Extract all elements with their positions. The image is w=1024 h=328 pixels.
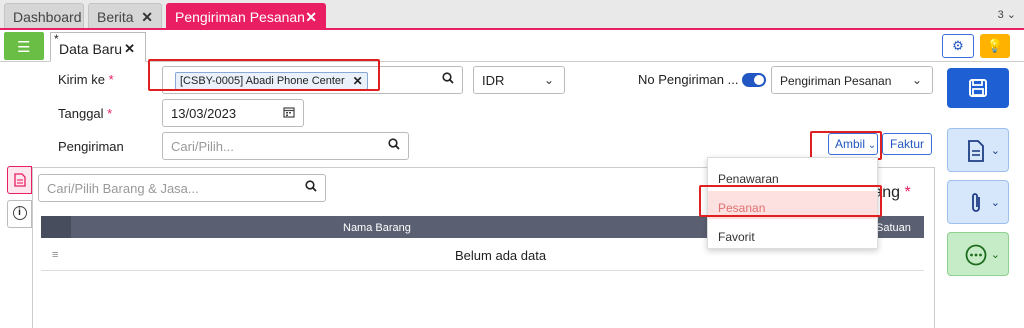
tanggal-label-text: Tanggal bbox=[58, 106, 104, 121]
tab-dashboard[interactable]: Dashboard bbox=[4, 3, 84, 28]
menu-item-favorit[interactable]: Favorit bbox=[708, 220, 877, 248]
tab-count: 3 bbox=[997, 9, 1004, 21]
tanggal-value: 13/03/2023 bbox=[171, 106, 237, 121]
highlight-box bbox=[699, 185, 882, 217]
close-icon[interactable]: ✕ bbox=[141, 9, 153, 26]
settings-button[interactable]: ⚙ bbox=[942, 34, 974, 58]
kirim-ke-label-text: Kirim ke bbox=[58, 72, 105, 87]
currency-value: IDR bbox=[482, 73, 505, 88]
required-mark: * bbox=[107, 106, 113, 121]
tab-pengiriman-pesanan-label: Pengiriman Pesanan bbox=[175, 9, 305, 25]
document-actions-button[interactable]: ⌄ bbox=[947, 128, 1009, 172]
attachment-button[interactable]: ⌄ bbox=[947, 180, 1009, 224]
empty-table-message: Belum ada data bbox=[455, 248, 547, 263]
item-search-placeholder: Cari/Pilih Barang & Jasa... bbox=[47, 181, 199, 196]
lightbulb-icon: 💡 bbox=[986, 38, 1004, 53]
chevron-down-icon: ⌄ bbox=[990, 145, 1000, 157]
gear-icon: ⚙ bbox=[952, 38, 964, 53]
required-mark: * bbox=[108, 72, 114, 87]
tab-data-baru[interactable]: * Data Baru ✕ bbox=[50, 32, 146, 62]
tips-button[interactable]: 💡 bbox=[980, 34, 1010, 58]
paperclip-icon bbox=[972, 193, 980, 212]
close-icon[interactable]: ✕ bbox=[305, 9, 317, 26]
tab-data-baru-label: Data Baru bbox=[59, 41, 123, 57]
item-search-field[interactable]: Cari/Pilih Barang & Jasa... bbox=[38, 174, 326, 202]
close-icon[interactable]: ✕ bbox=[124, 41, 135, 57]
tab-berita[interactable]: Berita ✕ bbox=[88, 3, 162, 28]
pengiriman-type-value: Pengiriman Pesanan bbox=[780, 74, 892, 88]
drag-handle-icon[interactable]: ≡ bbox=[52, 249, 58, 261]
highlight-box bbox=[148, 59, 380, 91]
tab-overflow-menu[interactable]: 3 ⌄ bbox=[998, 8, 1016, 21]
tab-item-details[interactable] bbox=[7, 166, 32, 194]
pengiriman-type-select[interactable]: Pengiriman Pesanan ⌄ bbox=[771, 66, 933, 94]
tanggal-field[interactable]: 13/03/2023 bbox=[162, 99, 304, 127]
search-icon[interactable] bbox=[305, 180, 317, 195]
tab-berita-label: Berita bbox=[97, 9, 134, 25]
pengiriman-label: Pengiriman bbox=[58, 139, 124, 154]
info-icon: i bbox=[12, 206, 27, 220]
kirim-ke-label: Kirim ke * bbox=[58, 72, 114, 87]
chevron-down-icon: ⌄ bbox=[543, 73, 554, 87]
pengiriman-placeholder: Cari/Pilih... bbox=[171, 139, 234, 154]
tab-pengiriman-pesanan[interactable]: Pengiriman Pesanan ✕ bbox=[166, 3, 326, 28]
no-pengiriman-label: No Pengiriman ... bbox=[638, 72, 739, 87]
document-icon bbox=[13, 173, 26, 187]
save-button[interactable] bbox=[947, 68, 1009, 108]
required-mark: * bbox=[904, 184, 911, 201]
pengiriman-search-field[interactable]: Cari/Pilih... bbox=[162, 132, 409, 160]
more-icon bbox=[965, 244, 987, 266]
list-view-button[interactable]: ☰ bbox=[4, 32, 44, 60]
tanggal-label: Tanggal * bbox=[58, 106, 112, 121]
top-tab-bar: Dashboard Berita ✕ Pengiriman Pesanan ✕ … bbox=[0, 0, 1024, 30]
chevron-down-icon: ⌄ bbox=[1006, 9, 1016, 21]
unsaved-marker: * bbox=[54, 32, 59, 46]
column-header-satuan[interactable]: Satuan bbox=[876, 222, 911, 234]
tab-dashboard-label: Dashboard bbox=[13, 9, 82, 25]
chevron-down-icon: ⌄ bbox=[990, 197, 1000, 209]
chevron-down-icon: ⌄ bbox=[911, 73, 922, 87]
document-tab-row: ☰ * Data Baru ✕ ⚙ 💡 bbox=[0, 30, 1024, 62]
column-header-nama-barang[interactable]: Nama Barang bbox=[343, 222, 411, 234]
list-icon: ☰ bbox=[17, 39, 31, 56]
currency-select[interactable]: IDR ⌄ bbox=[473, 66, 565, 94]
auto-number-toggle[interactable] bbox=[742, 73, 766, 87]
search-icon[interactable] bbox=[442, 72, 454, 87]
calendar-icon[interactable] bbox=[283, 106, 295, 121]
document-icon bbox=[968, 140, 984, 162]
faktur-button[interactable]: Faktur bbox=[882, 133, 932, 155]
chevron-down-icon: ⌄ bbox=[990, 249, 1000, 261]
more-actions-button[interactable]: ⌄ bbox=[947, 232, 1009, 276]
highlight-box bbox=[810, 131, 882, 160]
tab-info[interactable]: i bbox=[7, 200, 32, 228]
table-header-corner bbox=[41, 216, 71, 238]
save-icon bbox=[969, 79, 987, 97]
search-icon[interactable] bbox=[388, 138, 400, 153]
